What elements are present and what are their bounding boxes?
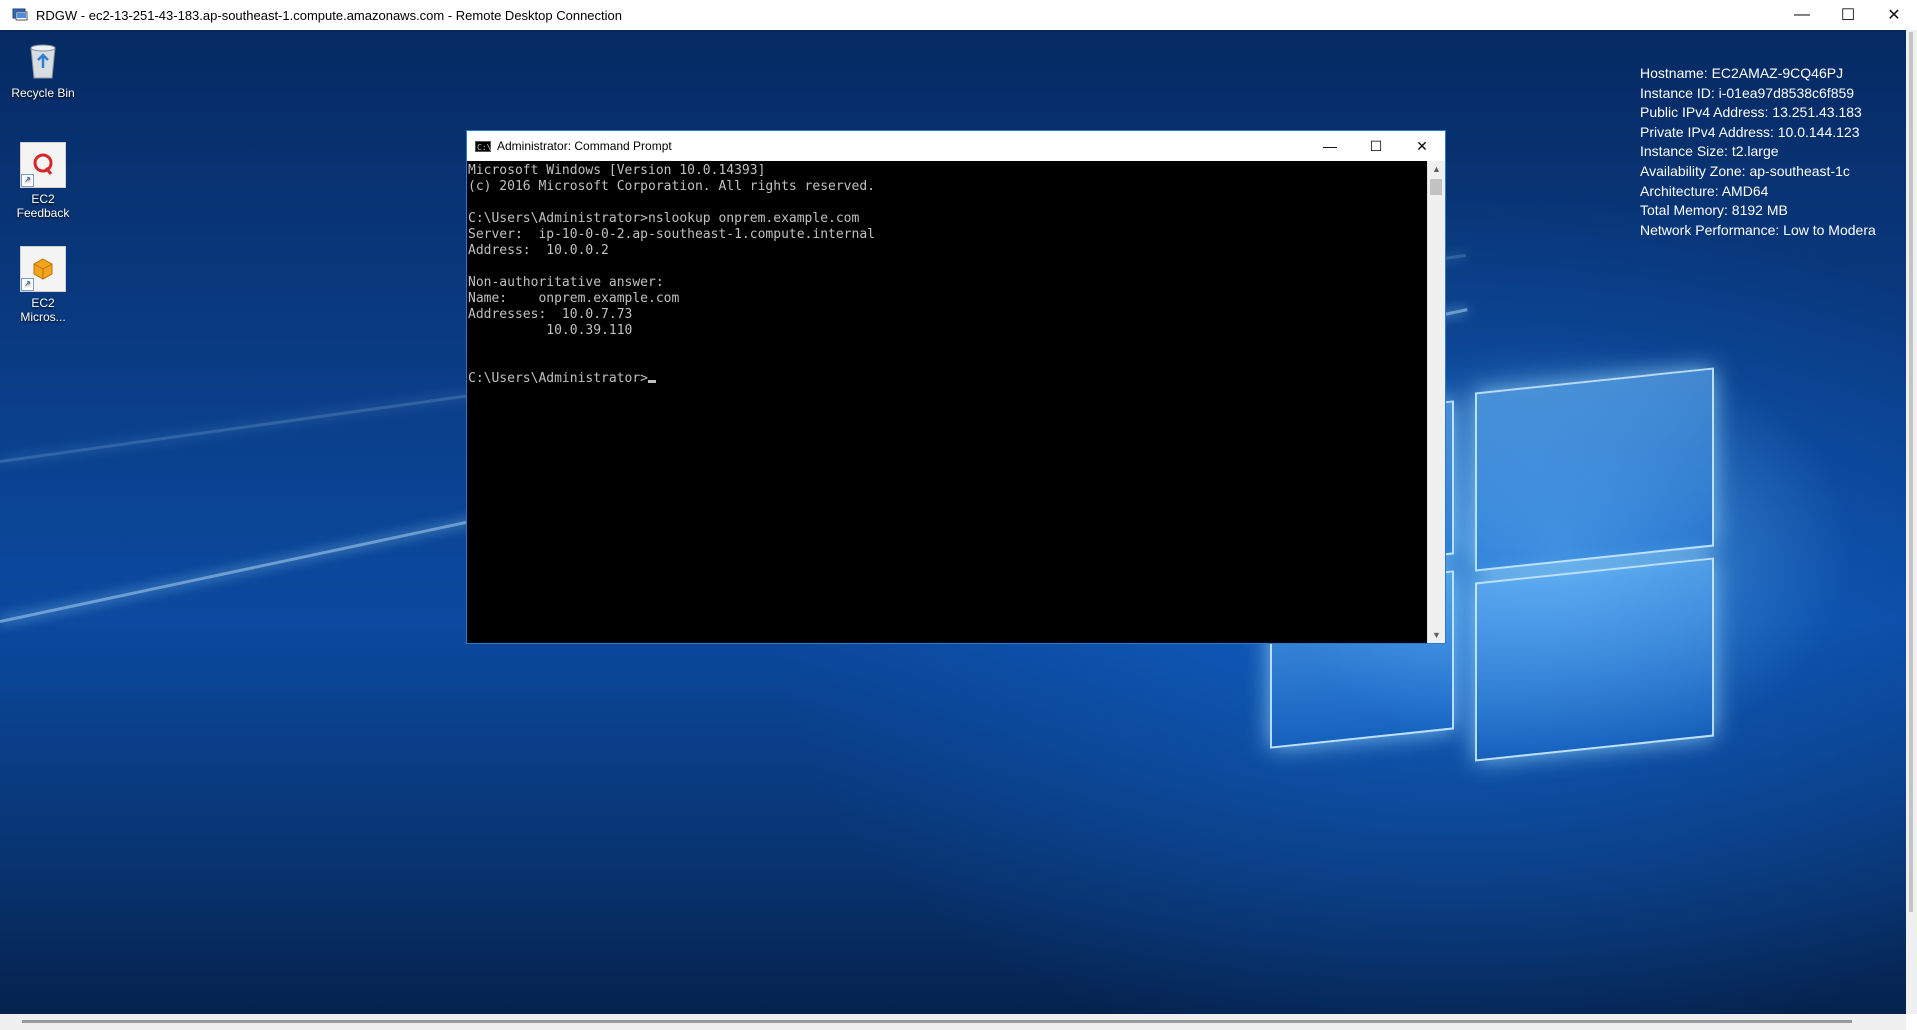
rdp-horizontal-scrollbar[interactable] bbox=[0, 1014, 1906, 1030]
desktop-icon-ec2-feedback[interactable]: ↗ EC2 Feedback bbox=[1, 142, 85, 220]
minimize-icon: — bbox=[1323, 138, 1337, 154]
maximize-icon: ☐ bbox=[1840, 7, 1856, 24]
console-output[interactable]: Microsoft Windows [Version 10.0.14393] (… bbox=[468, 163, 1426, 639]
rdp-minimize-button[interactable]: — bbox=[1779, 0, 1825, 30]
console-line: Server: ip-10-0-0-2.ap-southeast-1.compu… bbox=[468, 227, 875, 242]
rdp-title: RDGW - ec2-13-251-43-183.ap-southeast-1.… bbox=[36, 7, 622, 23]
info-instance-size: Instance Size: t2.large bbox=[1640, 143, 1779, 160]
remote-desktop: Recycle Bin ↗ EC2 Feedback ↗ EC2 Micros.… bbox=[0, 30, 1906, 1014]
shortcut-arrow-icon: ↗ bbox=[21, 174, 34, 187]
cmd-maximize-button[interactable]: ☐ bbox=[1353, 131, 1399, 161]
console-line: Address: 10.0.0.2 bbox=[468, 243, 609, 258]
scroll-thumb[interactable] bbox=[1909, 32, 1913, 912]
recycle-bin-icon bbox=[21, 38, 65, 82]
wallpaper-window-pane bbox=[1475, 367, 1714, 572]
text-cursor bbox=[648, 380, 657, 383]
close-icon: ✕ bbox=[1887, 7, 1901, 24]
shortcut-arrow-icon: ↗ bbox=[21, 278, 34, 291]
console-line: (c) 2016 Microsoft Corporation. All righ… bbox=[468, 179, 875, 194]
console-line: Non-authoritative answer: bbox=[468, 275, 664, 290]
info-hostname: Hostname: EC2AMAZ-9CQ46PJ bbox=[1640, 65, 1844, 81]
cmd-titlebar[interactable]: C:\ Administrator: Command Prompt — ☐ ✕ bbox=[467, 131, 1445, 161]
info-availability-zone: Availability Zone: ap-southeast-1c bbox=[1640, 162, 1850, 179]
cmd-minimize-button[interactable]: — bbox=[1307, 131, 1353, 161]
rdp-titlebar: RDGW - ec2-13-251-43-183.ap-southeast-1.… bbox=[0, 0, 1917, 30]
console-line: Addresses: 10.0.7.73 bbox=[468, 307, 633, 322]
console-prompt: C:\Users\Administrator> bbox=[468, 371, 649, 386]
remote-desktop-icon bbox=[12, 7, 28, 23]
cmd-icon: C:\ bbox=[475, 140, 492, 152]
info-private-ipv4: Private IPv4 Address: 10.0.144.123 bbox=[1640, 123, 1860, 140]
minimize-icon: — bbox=[1794, 6, 1810, 23]
cmd-title: Administrator: Command Prompt bbox=[497, 139, 672, 153]
info-total-memory: Total Memory: 8192 MB bbox=[1640, 202, 1788, 219]
cmd-vertical-scrollbar[interactable]: ▲ ▼ bbox=[1427, 161, 1445, 643]
feedback-q-icon: ↗ bbox=[20, 142, 66, 188]
desktop-icon-label: EC2 Micros... bbox=[20, 296, 66, 324]
aws-box-icon: ↗ bbox=[20, 246, 66, 292]
console-line: Microsoft Windows [Version 10.0.14393] bbox=[468, 163, 766, 178]
remote-desktop-window: RDGW - ec2-13-251-43-183.ap-southeast-1.… bbox=[0, 0, 1917, 1030]
wallpaper-window-pane bbox=[1475, 557, 1714, 762]
maximize-icon: ☐ bbox=[1369, 137, 1383, 154]
console-line: 10.0.39.110 bbox=[468, 323, 633, 338]
rdp-close-button[interactable]: ✕ bbox=[1871, 0, 1917, 30]
console-line: C:\Users\Administrator>nslookup onprem.e… bbox=[468, 211, 860, 226]
bginfo-system-info: Hostname: EC2AMAZ-9CQ46PJ Instance ID: i… bbox=[1640, 64, 1876, 240]
info-instance-id: Instance ID: i-01ea97d8538c6f859 bbox=[1640, 84, 1855, 101]
rdp-vertical-scrollbar[interactable] bbox=[1906, 30, 1917, 1014]
info-public-ipv4: Public IPv4 Address: 13.251.43.183 bbox=[1640, 104, 1862, 121]
scroll-thumb[interactable] bbox=[1430, 179, 1442, 195]
close-icon: ✕ bbox=[1416, 137, 1428, 154]
desktop-icon-ec2-microsoft[interactable]: ↗ EC2 Micros... bbox=[1, 246, 85, 324]
desktop-icon-recycle-bin[interactable]: Recycle Bin bbox=[1, 38, 85, 100]
cmd-close-button[interactable]: ✕ bbox=[1399, 131, 1445, 161]
console-line: Name: onprem.example.com bbox=[468, 291, 680, 306]
desktop-icon-label: EC2 Feedback bbox=[16, 192, 70, 220]
command-prompt-window[interactable]: C:\ Administrator: Command Prompt — ☐ ✕ … bbox=[466, 130, 1446, 644]
info-architecture: Architecture: AMD64 bbox=[1640, 182, 1769, 199]
scroll-down-icon[interactable]: ▼ bbox=[1428, 627, 1445, 643]
desktop-icon-label: Recycle Bin bbox=[11, 86, 75, 100]
scroll-up-icon[interactable]: ▲ bbox=[1428, 161, 1445, 177]
rdp-maximize-button[interactable]: ☐ bbox=[1825, 0, 1871, 30]
info-network-performance: Network Performance: Low to Modera bbox=[1640, 221, 1876, 238]
scroll-thumb[interactable] bbox=[22, 1020, 1852, 1023]
